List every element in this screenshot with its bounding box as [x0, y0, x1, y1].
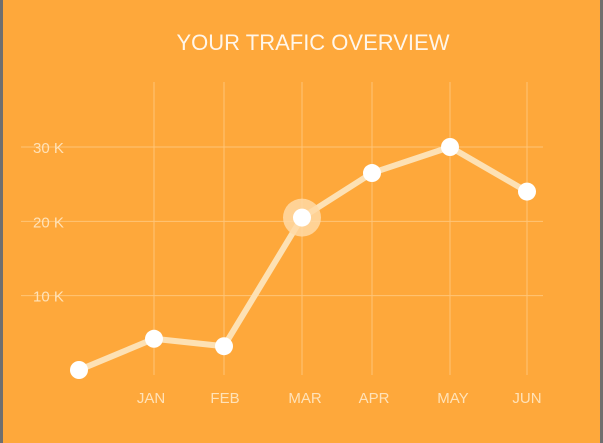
y-tick-label: 10 K	[33, 289, 64, 306]
chart-card: YOUR TRAFIC OVERVIEW 10 K 20 K 30 K JAN FEB…	[3, 0, 600, 443]
data-point[interactable]	[363, 164, 381, 183]
x-tick-label: MAY	[437, 390, 468, 407]
y-tick-label: 30 K	[33, 140, 64, 157]
x-tick-label: APR	[359, 390, 390, 407]
traffic-line-chart: YOUR TRAFIC OVERVIEW 10 K 20 K 30 K JAN FEB…	[3, 0, 600, 443]
x-tick-label: JUN	[512, 390, 541, 407]
data-point[interactable]	[441, 138, 459, 156]
y-tick-label: 20 K	[33, 214, 64, 231]
data-point[interactable]	[215, 337, 233, 356]
x-tick-label: MAR	[288, 390, 322, 407]
x-tick-label: JAN	[137, 390, 165, 407]
data-point-highlighted[interactable]	[293, 208, 311, 227]
data-point[interactable]	[70, 361, 88, 379]
x-tick-label: FEB	[210, 390, 239, 407]
data-point[interactable]	[145, 329, 163, 348]
data-point[interactable]	[518, 182, 536, 201]
chart-title: YOUR TRAFIC OVERVIEW	[176, 30, 449, 55]
